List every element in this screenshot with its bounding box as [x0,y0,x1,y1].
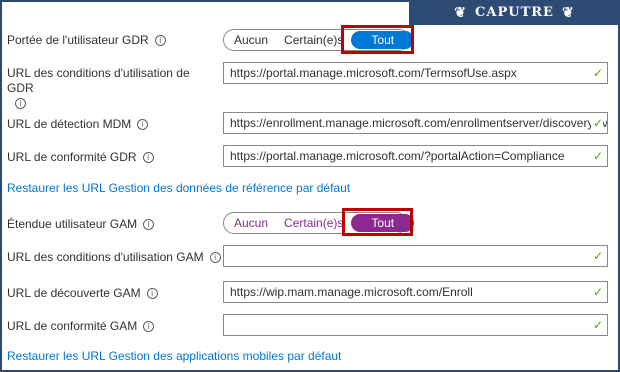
gdr-terms-label: URL des conditions d'utilisation de GDR i [7,66,190,110]
laurel-left-icon: ❦ [454,4,468,21]
info-icon[interactable]: i [209,252,221,264]
gdr-terms-url-field[interactable]: https://portal.manage.microsoft.com/Term… [223,62,608,84]
gam-terms-url-field[interactable]: ✓ [223,245,608,267]
caption-banner: ❦ CAPUTRE ❦ [409,0,620,25]
gam-compliance-label: URL de conformité GAM i [7,319,155,334]
gam-discovery-label: URL de découverte GAM i [7,286,158,301]
gam-scope-option-some[interactable]: Certain(e)s [276,214,351,232]
info-icon[interactable]: i [154,35,166,47]
info-icon[interactable]: i [142,152,154,164]
caption-text: CAPUTRE [475,5,554,20]
checkmark-icon: ✓ [590,282,603,302]
gam-terms-label: URL des conditions d'utilisation GAM i [7,250,221,265]
checkmark-icon: ✓ [590,63,603,83]
info-icon[interactable]: i [15,98,26,110]
highlight-box [342,208,413,236]
gam-restore-link[interactable]: Restaurer les URL Gestion des applicatio… [7,349,341,363]
gdr-compliance-url-field[interactable]: https://portal.manage.microsoft.com/?por… [223,145,608,167]
gdr-compliance-label: URL de conformité GDR i [7,150,154,165]
checkmark-icon: ✓ [590,246,603,266]
gam-scope-option-none[interactable]: Aucun [226,214,276,232]
gdr-scope-option-none[interactable]: Aucun [226,31,276,49]
info-icon[interactable]: i [137,119,149,131]
gam-compliance-url-field[interactable]: ✓ [223,314,608,336]
gdr-discovery-label: URL de détection MDM i [7,117,149,132]
highlight-box [341,25,414,54]
info-icon[interactable]: i [143,219,155,231]
checkmark-icon: ✓ [590,113,603,133]
gam-scope-label: Étendue utilisateur GAM i [7,217,155,232]
laurel-right-icon: ❦ [561,4,575,21]
info-icon[interactable]: i [143,321,155,333]
gdr-restore-link[interactable]: Restaurer les URL Gestion des données de… [7,181,350,195]
info-icon[interactable]: i [146,288,158,300]
gdr-discovery-url-field[interactable]: https://enrollment.manage.microsoft.com/… [223,112,608,134]
checkmark-icon: ✓ [590,146,603,166]
gam-discovery-url-field[interactable]: https://wip.mam.manage.microsoft.com/Enr… [223,281,608,303]
checkmark-icon: ✓ [590,315,603,335]
gdr-scope-label: Portée de l'utilisateur GDR i [7,33,166,48]
